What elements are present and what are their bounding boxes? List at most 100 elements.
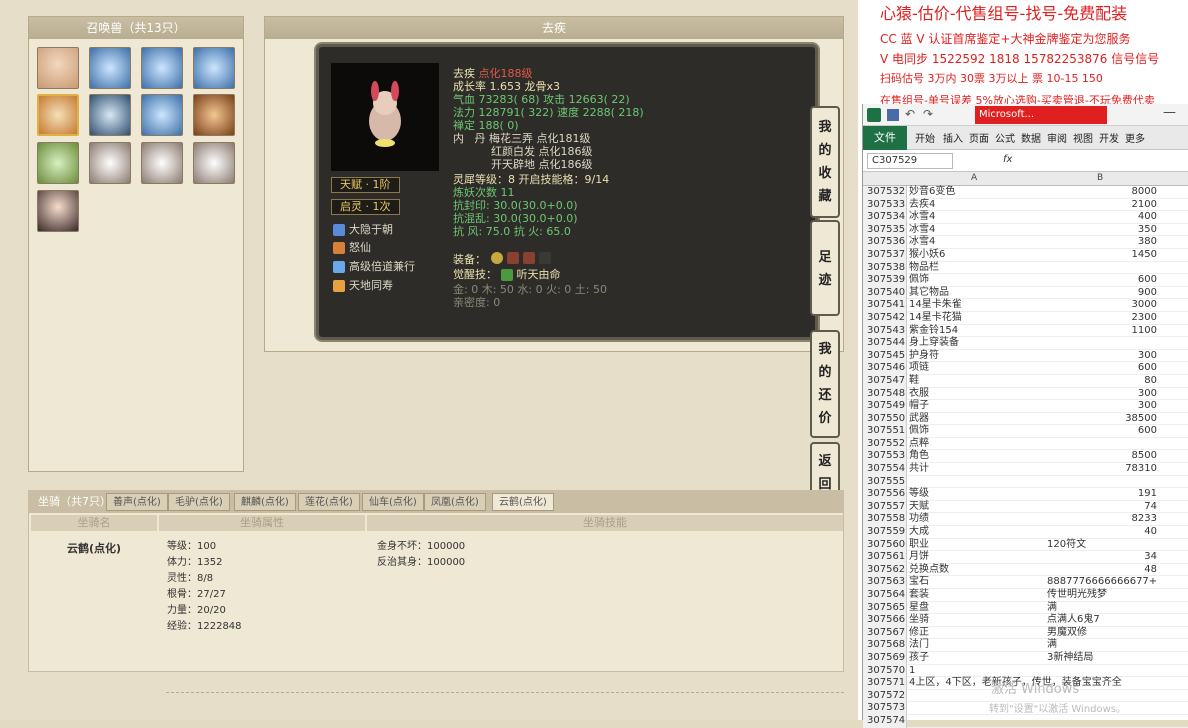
sheet-row[interactable]: 307574: [863, 714, 1188, 728]
cell-a[interactable]: 天赋: [909, 501, 1043, 514]
cell-b[interactable]: 2100: [1045, 199, 1157, 212]
ribbon-tab[interactable]: 开始: [915, 130, 935, 145]
cell-a[interactable]: 猴小妖6: [909, 249, 1043, 262]
file-tab[interactable]: 文件: [863, 126, 907, 150]
cell-b[interactable]: 191: [1045, 488, 1157, 501]
sheet-row[interactable]: 307536 冰雪4 380: [863, 236, 1188, 249]
sheet-row[interactable]: 307540 其它物品 900: [863, 286, 1188, 300]
cell-a[interactable]: 冰雪4: [909, 211, 1043, 224]
pet-avatar[interactable]: [141, 142, 183, 184]
mount-tab-active[interactable]: 云鹤(点化): [492, 493, 554, 511]
sheet-row[interactable]: 307550 武器 38500: [863, 412, 1188, 426]
column-b-header[interactable]: B: [1097, 173, 1103, 183]
cell-a[interactable]: 宝石: [909, 576, 1043, 589]
mount-tab[interactable]: 凤凰(点化): [424, 493, 486, 511]
name-box[interactable]: C307529: [867, 153, 953, 169]
sheet-row[interactable]: 307558 功绩 8233: [863, 513, 1188, 527]
cell-a[interactable]: 共计: [909, 463, 1043, 476]
cell-a[interactable]: 鞋: [909, 375, 1043, 388]
cell-b[interactable]: 300: [1045, 350, 1157, 363]
ribbon-tab[interactable]: 数据: [1021, 130, 1041, 145]
minimize-icon[interactable]: —: [1163, 105, 1176, 120]
cell-a[interactable]: 冰雪4: [909, 224, 1043, 237]
sheet-row[interactable]: 307566 坐骑 点满人6鬼7: [863, 614, 1188, 627]
pet-avatar[interactable]: [193, 47, 235, 89]
sheet-row[interactable]: 307555: [863, 475, 1188, 489]
cell-a[interactable]: 星盘: [909, 602, 1043, 615]
sheet-row[interactable]: 307549 帽子 300: [863, 400, 1188, 413]
sheet-row[interactable]: 307554 共计 78310: [863, 463, 1188, 476]
cell-a[interactable]: 武器: [909, 413, 1043, 426]
cell-a[interactable]: 孩子: [909, 652, 1043, 665]
cell-b[interactable]: 900: [1045, 287, 1157, 300]
cell-a[interactable]: 法门: [909, 639, 1043, 652]
pet-avatar[interactable]: [37, 94, 79, 136]
sheet-row[interactable]: 307563 宝石 8887776666666677+: [863, 576, 1188, 589]
equip-slot-icon[interactable]: [539, 252, 551, 264]
cell-a[interactable]: 14星卡花猫: [909, 312, 1043, 325]
favorites-button[interactable]: 我的收藏: [810, 106, 840, 218]
sheet-row[interactable]: 307556 等级 191: [863, 488, 1188, 501]
sheet-row[interactable]: 307539 佩饰 600: [863, 274, 1188, 287]
cell-b[interactable]: 38500: [1045, 413, 1157, 426]
cell-a[interactable]: 物品栏: [909, 262, 1043, 275]
mount-tab[interactable]: 善声(点化): [106, 493, 168, 511]
sheet-row[interactable]: 307541 14星卡朱雀 3000: [863, 299, 1188, 312]
cell-b[interactable]: 8000: [1045, 186, 1157, 199]
redo-icon[interactable]: ↷: [923, 107, 933, 121]
cell-b[interactable]: 传世明光残梦: [1047, 589, 1107, 602]
cell-b[interactable]: 8233: [1045, 513, 1157, 526]
mount-tab[interactable]: 仙车(点化): [362, 493, 424, 511]
sheet-row[interactable]: 307560 职业 120符文: [863, 538, 1188, 552]
sheet-row[interactable]: 307542 14星卡花猫 2300: [863, 311, 1188, 325]
cell-a[interactable]: 帽子: [909, 400, 1043, 413]
sheet-row[interactable]: 307568 法门满: [863, 639, 1188, 652]
sheet-row[interactable]: 307545 护身符 300: [863, 349, 1188, 363]
cell-b[interactable]: 78310: [1045, 463, 1157, 476]
sheet-row[interactable]: 307533 去疾4 2100: [863, 198, 1188, 212]
ribbon-tab[interactable]: 插入: [943, 130, 963, 145]
cell-b[interactable]: 3000: [1045, 299, 1157, 312]
cell-b[interactable]: 点满人6鬼7: [1047, 614, 1100, 627]
cell-b[interactable]: 74: [1045, 501, 1157, 514]
ribbon-tab[interactable]: 页面: [969, 130, 989, 145]
cell-a[interactable]: 其它物品: [909, 287, 1043, 300]
pet-avatar[interactable]: [141, 47, 183, 89]
cell-a[interactable]: 点粹: [909, 438, 1043, 451]
undo-icon[interactable]: ↶: [905, 107, 915, 121]
sheet-row[interactable]: 307532 妙音6变色 8000: [863, 186, 1188, 199]
pet-avatar[interactable]: [89, 142, 131, 184]
sheet-row[interactable]: 307534 冰雪4 400: [863, 211, 1188, 224]
sheet-row[interactable]: 307565 星盘满: [863, 601, 1188, 615]
cell-a[interactable]: 角色: [909, 450, 1043, 463]
cell-b[interactable]: 1100: [1045, 325, 1157, 338]
sheet-row[interactable]: 307561 月饼 34: [863, 551, 1188, 564]
sheet-row[interactable]: 307544 身上穿装备: [863, 337, 1188, 350]
cell-b[interactable]: 300: [1045, 388, 1157, 401]
cell-b[interactable]: 2300: [1045, 312, 1157, 325]
cell-b[interactable]: 34: [1045, 551, 1157, 564]
cell-b[interactable]: 300: [1045, 400, 1157, 413]
cell-b[interactable]: 600: [1045, 425, 1157, 438]
cell-b[interactable]: 40: [1045, 526, 1157, 539]
sheet-row[interactable]: 307551 佩饰 600: [863, 425, 1188, 438]
sheet-row[interactable]: 307553 角色 8500: [863, 450, 1188, 464]
cell-b[interactable]: 8887776666666677+: [1047, 576, 1157, 589]
sheet-row[interactable]: 307557 天赋 74: [863, 500, 1188, 514]
mount-tab[interactable]: 莲花(点化): [298, 493, 360, 511]
cell-b[interactable]: 80: [1045, 375, 1157, 388]
pet-avatar[interactable]: [141, 94, 183, 136]
cell-b[interactable]: 400: [1045, 211, 1157, 224]
sheet-row[interactable]: 307570 1: [863, 664, 1188, 678]
sheet-row[interactable]: 307535 冰雪4 350: [863, 223, 1188, 237]
cell-b[interactable]: 600: [1045, 274, 1157, 287]
cell-a[interactable]: 1: [909, 665, 1043, 678]
sheet-row[interactable]: 307543 紫金铃154 1100: [863, 324, 1188, 338]
sheet-row[interactable]: 307569 孩子 3新神结局: [863, 651, 1188, 665]
cell-b[interactable]: 满: [1047, 639, 1057, 652]
sheet-row[interactable]: 307538 物品栏: [863, 261, 1188, 275]
sheet-row[interactable]: 307537 猴小妖6 1450: [863, 248, 1188, 262]
pet-avatar[interactable]: [193, 94, 235, 136]
ribbon-tab[interactable]: 更多: [1125, 130, 1145, 145]
cell-b[interactable]: 120符文: [1047, 539, 1086, 552]
